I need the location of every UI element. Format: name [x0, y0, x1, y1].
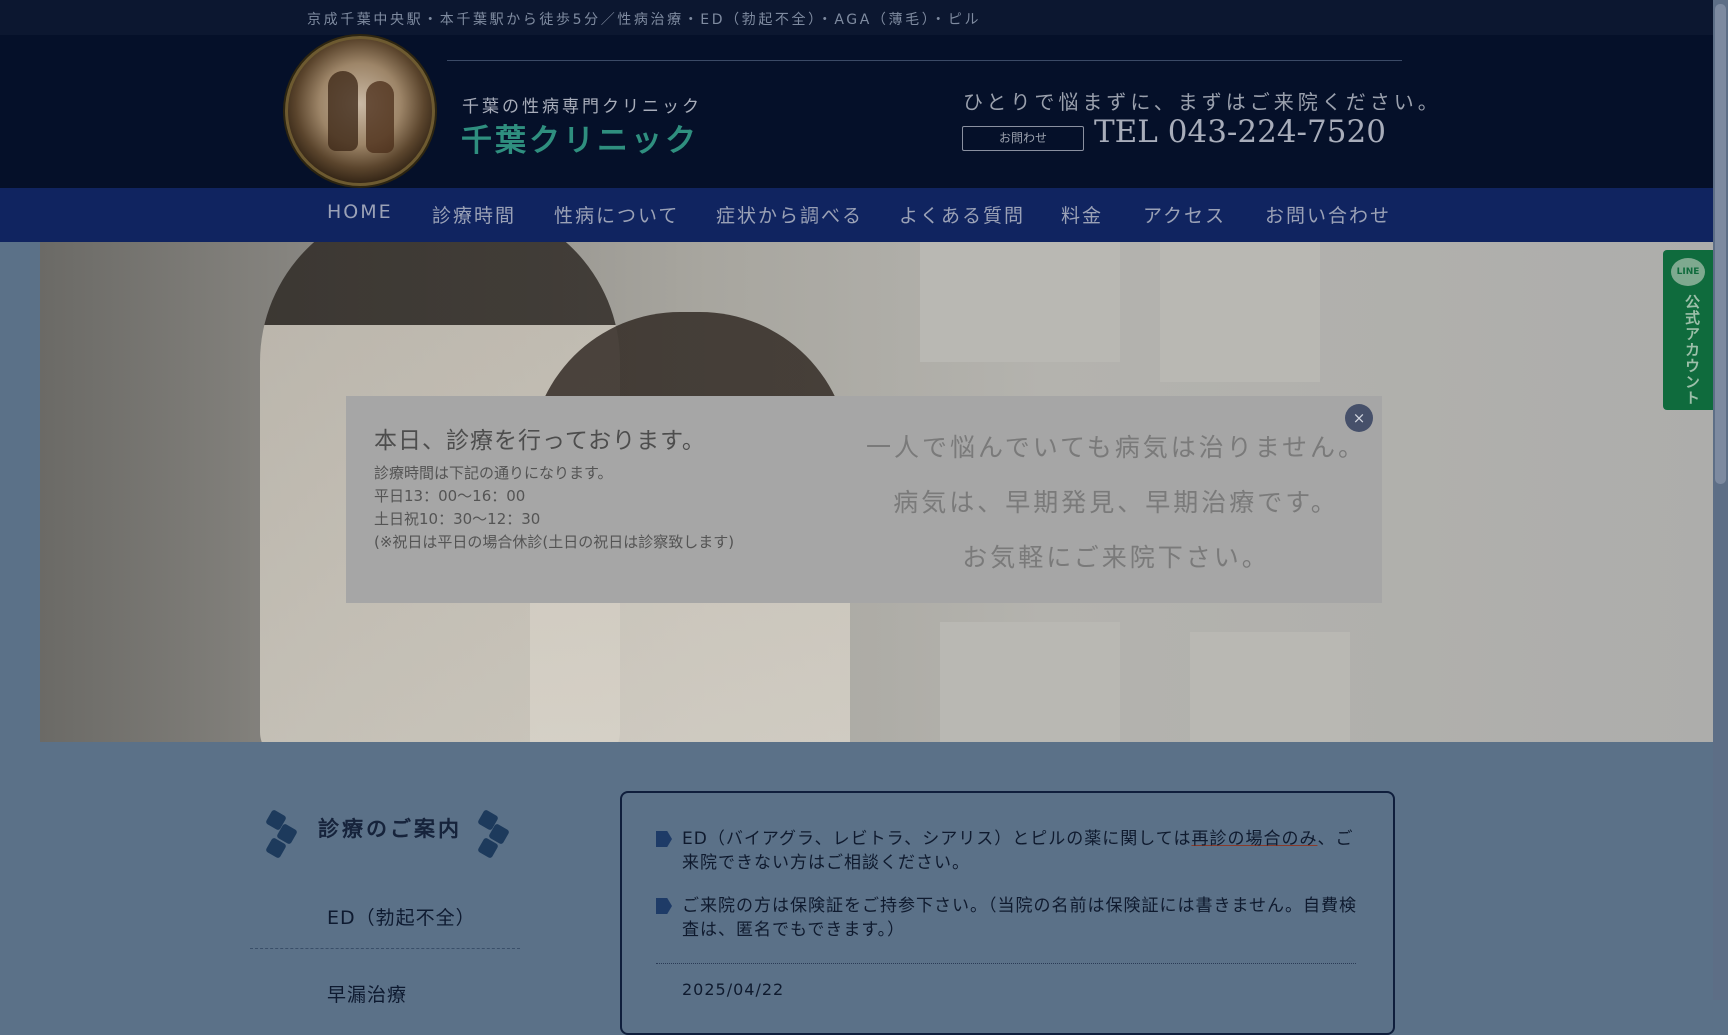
logo-figure-left [328, 71, 358, 151]
nav-access[interactable]: アクセス [1143, 201, 1226, 228]
scrollbar-thumb[interactable] [1715, 4, 1726, 484]
header-tagline: ひとりで悩まずに、まずはご来院ください。 [963, 90, 1442, 114]
nav-pricing[interactable]: 料金 [1061, 201, 1103, 228]
line-tab-label: 公式アカウント [1683, 294, 1701, 406]
notice-divider [656, 963, 1356, 964]
line-icon: LINE [1671, 258, 1705, 286]
hero-window-panel [920, 242, 1120, 362]
nav-faq[interactable]: よくある質問 [899, 201, 1025, 228]
news-date: 2025/04/22 [682, 980, 785, 999]
modal-message-line: お気軽にご来院下さい。 [962, 543, 1270, 572]
clinic-logo-image[interactable] [285, 36, 435, 186]
modal-hours-line: 平日13：00〜16：00 [374, 487, 526, 505]
sidebar-divider [250, 948, 520, 950]
modal-message-line: 病気は、早期発見、早期治療です。 [893, 488, 1339, 517]
modal-hours-line: 土日祝10：30〜12：30 [374, 510, 541, 528]
site-header [0, 35, 1713, 188]
hero-window-panel [1160, 242, 1320, 382]
sidebar-title: 診療のご案内 [318, 817, 462, 841]
contact-button[interactable]: お問わせ [962, 126, 1084, 151]
main-nav: HOME 診療時間 性病について 症状から調べる よくある質問 料金 アクセス … [0, 188, 1713, 242]
notice-item-text: ED（バイアグラ、レビトラ、シアリス）とピルの薬に関しては [682, 829, 1192, 849]
header-divider [447, 60, 1402, 61]
nav-std-info[interactable]: 性病について [554, 201, 679, 228]
clinic-subtitle: 千葉の性病専門クリニック [462, 97, 702, 117]
modal-message-line: 一人で悩んでいても病気は治りません。 [865, 433, 1366, 462]
phone-number[interactable]: TEL 043-224-7520 [1094, 114, 1386, 150]
hero-window-panel [940, 622, 1120, 742]
nav-contact[interactable]: お問い合わせ [1265, 201, 1391, 228]
nav-symptoms[interactable]: 症状から調べる [716, 201, 863, 228]
line-official-account-tab[interactable]: LINE 公式アカウント [1663, 250, 1713, 410]
modal-hours-line: (※祝日は平日の場合休診(土日の祝日は診察致します) [374, 533, 735, 551]
sidebar-item-ed[interactable]: ED（勃起不全） [327, 903, 476, 930]
nav-hours[interactable]: 診療時間 [432, 201, 516, 228]
logo-figure-right [366, 81, 394, 153]
top-info-bar: 京成千葉中央駅・本千葉駅から徒歩5分／性病治療・ED（勃起不全）・AGA（薄毛）… [0, 0, 1713, 35]
modal-title: 本日、診療を行っております。 [374, 428, 706, 454]
sidebar-item-premature[interactable]: 早漏治療 [327, 980, 407, 1007]
hero-window-panel [1190, 632, 1350, 742]
notice-item: ED（バイアグラ、レビトラ、シアリス）とピルの薬に関しては再診の場合のみ、ご来院… [682, 827, 1358, 875]
notice-underline-text[interactable]: 再診の場合のみ [1191, 829, 1317, 849]
modal-hours-line: 診療時間は下記の通りになります。 [374, 464, 613, 482]
clinic-name-logo[interactable]: 千葉クリニック [461, 115, 699, 160]
access-info-text: 京成千葉中央駅・本千葉駅から徒歩5分／性病治療・ED（勃起不全）・AGA（薄毛）… [307, 12, 982, 28]
nav-home[interactable]: HOME [327, 201, 393, 223]
notice-item: ご来院の方は保険証をご持参下さい。（当院の名前は保険証には書きません。自費検査は… [682, 896, 1357, 940]
